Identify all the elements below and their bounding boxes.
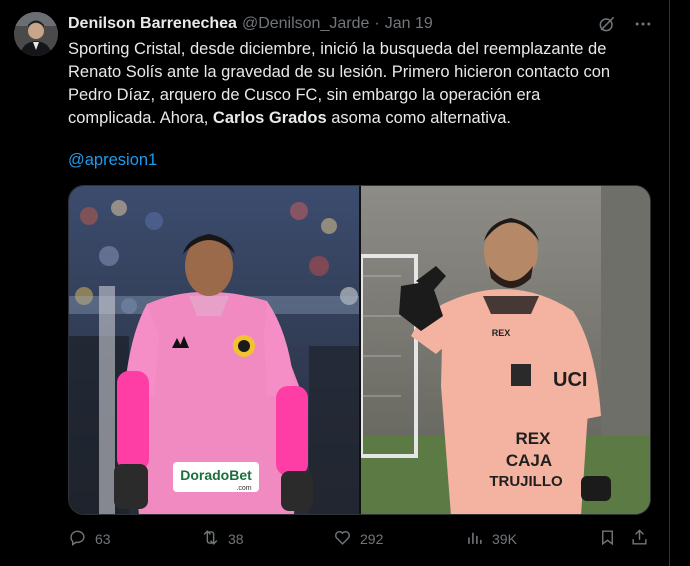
author-handle[interactable]: @Denilson_Jarde [242, 15, 369, 33]
bookmark-icon [598, 528, 617, 550]
action-bar: 63 38 292 39K [68, 528, 654, 550]
reply-button[interactable]: 63 [68, 528, 111, 550]
tweet-text-line: complicada. Ahora, Carlos Grados asoma c… [68, 107, 654, 130]
views-count: 39K [492, 531, 517, 547]
like-count: 292 [360, 531, 384, 547]
separator-dot: · [374, 15, 380, 32]
mention-link[interactable]: @apresion1 [68, 151, 157, 170]
tweet-text-line: Sporting Cristal, desde diciembre, inici… [68, 40, 607, 58]
bookmark-button[interactable] [598, 528, 617, 550]
tweet-text-segment: asoma como alternativa. [326, 109, 511, 127]
like-button[interactable]: 292 [333, 528, 383, 550]
photo-goalkeeper-pink-right[interactable]: REX UCI REX CAJA TRUJILLO [361, 186, 650, 514]
share-icon [630, 528, 649, 550]
like-icon [333, 528, 352, 550]
shirt-text-trujillo: TRUJILLO [489, 473, 563, 490]
more-icon[interactable] [632, 13, 654, 35]
shirt-text-uci: UCI [553, 369, 587, 391]
shirt-text-caja: CAJA [506, 451, 552, 470]
shirt-text-rex: REX [516, 429, 552, 448]
avatar[interactable] [14, 12, 58, 56]
tweet-text: Sporting Cristal, desde diciembre, inici… [68, 38, 654, 130]
views-icon [465, 528, 484, 550]
tweet-text-bold: Carlos Grados [212, 109, 327, 127]
share-button[interactable] [630, 528, 649, 550]
photo-goalkeeper-pink-left[interactable]: DoradoBet .com [69, 186, 359, 514]
grok-icon[interactable] [596, 13, 618, 35]
svg-text:REX: REX [492, 328, 511, 338]
header-actions [596, 12, 654, 36]
reply-icon [68, 528, 87, 550]
views-button[interactable]: 39K [465, 528, 517, 550]
tweet-header: Denilson Barrenechea @Denilson_Jarde · J… [68, 12, 654, 36]
author-name[interactable]: Denilson Barrenechea [68, 15, 237, 33]
reply-count: 63 [95, 531, 111, 547]
sponsor-text: DoradoBet [180, 467, 252, 483]
repost-button[interactable]: 38 [201, 528, 244, 550]
tweet-date[interactable]: Jan 19 [385, 15, 433, 33]
media-grid[interactable]: DoradoBet .com REX UCI REX CAJA TRUJILLO [68, 185, 651, 515]
repost-count: 38 [228, 531, 244, 547]
tweet-text-line: Pedro Díaz, arquero de Cusco FC, sin emb… [68, 86, 541, 104]
tweet-text-segment: complicada. Ahora, [68, 109, 213, 127]
tweet-text-line: Renato Solís ante la gravedad de su lesi… [68, 63, 611, 81]
timeline-border [669, 0, 670, 566]
sponsor-suffix: .com [236, 485, 251, 492]
repost-icon [201, 528, 220, 550]
